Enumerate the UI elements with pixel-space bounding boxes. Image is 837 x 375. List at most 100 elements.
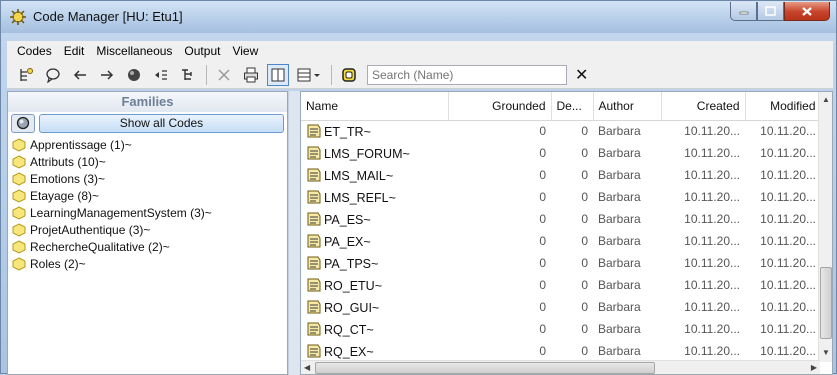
menu-miscellaneous[interactable]: Miscellaneous bbox=[90, 44, 178, 58]
cell-modified: 10.11.20... bbox=[745, 318, 821, 340]
table-row[interactable]: RO_GUI~ 0 0 Barbara 10.11.20... 10.11.20... bbox=[301, 296, 821, 318]
toolbar-separator bbox=[206, 64, 207, 85]
cell-grounded: 0 bbox=[448, 186, 551, 208]
close-button[interactable] bbox=[784, 2, 830, 21]
network-button[interactable] bbox=[123, 64, 145, 86]
menu-view[interactable]: View bbox=[226, 44, 264, 58]
single-pane-button[interactable] bbox=[267, 63, 289, 86]
menu-codes[interactable]: Codes bbox=[11, 44, 58, 58]
cell-name: LMS_FORUM~ bbox=[301, 142, 448, 164]
cell-name: PA_TPS~ bbox=[301, 252, 448, 274]
family-item-apprentissage[interactable]: Apprentissage (1)~ bbox=[11, 136, 287, 153]
family-item-roles[interactable]: Roles (2)~ bbox=[11, 255, 287, 272]
vertical-scroll-thumb[interactable] bbox=[820, 267, 832, 339]
cell-density: 0 bbox=[551, 164, 593, 186]
pane-splitter[interactable] bbox=[288, 91, 300, 375]
code-family-button[interactable] bbox=[338, 64, 360, 86]
table-row[interactable]: ET_TR~ 0 0 Barbara 10.11.20... 10.11.20... bbox=[301, 120, 821, 142]
search-input[interactable] bbox=[367, 64, 567, 85]
delete-icon bbox=[218, 68, 230, 81]
cell-name-text: RQ_CT~ bbox=[324, 322, 374, 337]
cell-author-text: Barbara bbox=[598, 344, 641, 358]
cell-density-text: 0 bbox=[581, 212, 588, 226]
menu-output[interactable]: Output bbox=[178, 44, 226, 58]
title-bar[interactable]: Code Manager [HU: Etu1] bbox=[1, 1, 836, 33]
cell-density-text: 0 bbox=[581, 190, 588, 204]
column-header-name[interactable]: Name bbox=[301, 92, 449, 121]
cell-author: Barbara bbox=[593, 120, 661, 142]
minimize-button[interactable] bbox=[730, 2, 757, 21]
cell-created: 10.11.20... bbox=[661, 230, 745, 252]
view-options-button[interactable] bbox=[294, 64, 324, 86]
tree-button[interactable] bbox=[177, 64, 199, 86]
cell-author: Barbara bbox=[593, 296, 661, 318]
cell-modified: 10.11.20... bbox=[745, 274, 821, 296]
cell-created: 10.11.20... bbox=[661, 252, 745, 274]
family-item-emotions[interactable]: Emotions (3)~ bbox=[11, 170, 287, 187]
comment-button[interactable] bbox=[42, 64, 64, 86]
code-icon bbox=[307, 344, 321, 357]
families-toolbar: Show all Codes bbox=[8, 112, 287, 134]
family-item-projetauthentique[interactable]: ProjetAuthentique (3)~ bbox=[11, 221, 287, 238]
cell-created-text: 10.11.20... bbox=[684, 124, 740, 139]
table-row[interactable]: LMS_REFL~ 0 0 Barbara 10.11.20... 10.11.20... bbox=[301, 186, 821, 208]
cell-modified-text: 10.11.20... bbox=[760, 256, 816, 270]
back-button[interactable] bbox=[69, 64, 91, 86]
table-row[interactable]: PA_TPS~ 0 0 Barbara 10.11.20... 10.11.20... bbox=[301, 252, 821, 274]
scroll-right-icon[interactable]: ▶ bbox=[811, 363, 817, 372]
filter-button[interactable] bbox=[150, 64, 172, 86]
forward-button[interactable] bbox=[96, 64, 118, 86]
scroll-up-icon[interactable]: ▲ bbox=[822, 95, 830, 104]
toolbar-separator bbox=[331, 64, 332, 85]
cell-name-text: RO_ETU~ bbox=[324, 278, 383, 293]
family-item-recherchequalitative[interactable]: RechercheQualitative (2)~ bbox=[11, 238, 287, 255]
family-item-learningmanagementsystem[interactable]: LearningManagementSystem (3)~ bbox=[11, 204, 287, 221]
family-item-etayage[interactable]: Etayage (8)~ bbox=[11, 187, 287, 204]
cell-density: 0 bbox=[551, 186, 593, 208]
new-code-button[interactable] bbox=[15, 64, 37, 86]
families-list: Apprentissage (1)~ Attributs (10)~ Emoti… bbox=[8, 134, 287, 272]
column-header-author[interactable]: Author bbox=[593, 92, 662, 121]
cell-density-text: 0 bbox=[581, 168, 588, 182]
cell-created: 10.11.20... bbox=[661, 274, 745, 296]
scroll-down-icon[interactable]: ▼ bbox=[822, 348, 830, 357]
cell-author: Barbara bbox=[593, 274, 661, 296]
table-row[interactable]: LMS_FORUM~ 0 0 Barbara 10.11.20... 10.11.20..… bbox=[301, 142, 821, 164]
table-row[interactable]: PA_ES~ 0 0 Barbara 10.11.20... 10.11.20... bbox=[301, 208, 821, 230]
single-pane-icon bbox=[271, 68, 285, 81]
column-header-modified[interactable]: Modified bbox=[745, 92, 822, 121]
cell-grounded: 0 bbox=[448, 142, 551, 164]
vertical-scrollbar[interactable]: ▲ ▼ bbox=[818, 92, 832, 362]
code-icon bbox=[307, 278, 321, 291]
cell-density: 0 bbox=[551, 274, 593, 296]
family-item-attributs[interactable]: Attributs (10)~ bbox=[11, 153, 287, 170]
code-family-icon bbox=[12, 222, 26, 237]
cell-name: LMS_MAIL~ bbox=[301, 164, 448, 186]
family-filter-button[interactable] bbox=[11, 113, 35, 133]
clear-search-button[interactable]: ✕ bbox=[575, 65, 588, 85]
cell-modified-text: 10.11.20... bbox=[760, 344, 816, 358]
horizontal-scrollbar[interactable]: ◀ ▶ bbox=[301, 360, 820, 374]
horizontal-scroll-thumb[interactable] bbox=[315, 362, 655, 374]
table-row[interactable]: RQ_EX~ 0 0 Barbara 10.11.20... 10.11.20... bbox=[301, 340, 821, 362]
cell-grounded: 0 bbox=[448, 120, 551, 142]
table-row[interactable]: LMS_MAIL~ 0 0 Barbara 10.11.20... 10.11.20... bbox=[301, 164, 821, 186]
cell-grounded-text: 0 bbox=[539, 234, 546, 248]
print-button[interactable] bbox=[240, 64, 262, 86]
table-row[interactable]: RQ_CT~ 0 0 Barbara 10.11.20... 10.11.20... bbox=[301, 318, 821, 340]
maximize-button[interactable] bbox=[757, 2, 784, 21]
code-icon bbox=[307, 322, 321, 335]
column-header-density[interactable]: De... bbox=[551, 92, 594, 121]
cell-name: PA_ES~ bbox=[301, 208, 448, 230]
code-icon bbox=[307, 300, 321, 313]
scroll-left-icon[interactable]: ◀ bbox=[304, 363, 310, 372]
show-all-codes-button[interactable]: Show all Codes bbox=[39, 113, 284, 133]
cell-density-text: 0 bbox=[581, 256, 588, 270]
menu-edit[interactable]: Edit bbox=[58, 44, 91, 58]
column-header-created[interactable]: Created bbox=[661, 92, 746, 121]
table-row[interactable]: RO_ETU~ 0 0 Barbara 10.11.20... 10.11.20... bbox=[301, 274, 821, 296]
table-row[interactable]: PA_EX~ 0 0 Barbara 10.11.20... 10.11.20... bbox=[301, 230, 821, 252]
cell-created-text: 10.11.20... bbox=[684, 300, 740, 314]
delete-button[interactable] bbox=[213, 64, 235, 86]
column-header-grounded[interactable]: Grounded bbox=[448, 92, 552, 121]
